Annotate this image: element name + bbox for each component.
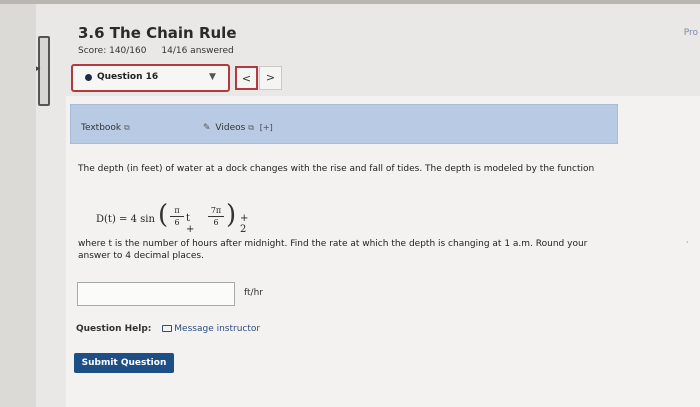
- external-link-icon: ⧉: [124, 123, 130, 132]
- formula-variable: t +: [186, 213, 195, 235]
- pencil-icon: ✎: [203, 123, 211, 133]
- prev-question-button[interactable]: <: [235, 66, 258, 90]
- frac1-denominator: 6: [174, 218, 180, 227]
- question-selector[interactable]: Question 16 ▼: [71, 64, 230, 92]
- question-selector-label: Question 16: [97, 72, 159, 82]
- problem-intro: The depth (in feet) of water at a dock c…: [78, 164, 595, 174]
- formula-left-paren: (: [158, 200, 169, 230]
- left-rail: [0, 4, 36, 407]
- message-instructor-label: Message instructor: [174, 324, 261, 334]
- frac2-denominator: 6: [213, 218, 219, 227]
- question-help-label: Question Help:: [76, 324, 152, 334]
- formula-fraction-2: 7π 6: [208, 206, 224, 227]
- videos-expand-badge[interactable]: [+]: [260, 123, 273, 132]
- videos-link[interactable]: ✎ Videos ⧉ [+]: [203, 123, 273, 133]
- formula-fraction-1: π 6: [170, 206, 184, 227]
- corner-link[interactable]: Pro: [684, 28, 698, 38]
- problem-instructions: where t is the number of hours after mid…: [78, 239, 588, 261]
- status-dot-icon: [85, 74, 92, 81]
- answer-input[interactable]: [77, 282, 235, 306]
- frac1-numerator: π: [170, 206, 184, 217]
- external-link-icon: ⧉: [248, 123, 254, 132]
- mail-icon: [162, 325, 173, 332]
- submit-question-button[interactable]: Submit Question: [74, 353, 174, 373]
- textbook-link[interactable]: Textbook ⧉: [81, 123, 130, 133]
- score-text: Score: 140/160: [78, 46, 147, 56]
- answered-count: 14/16 answered: [161, 46, 234, 56]
- question-help: Question Help: Message instructor: [76, 324, 260, 334]
- score-line: Score: 140/160 14/16 answered: [78, 46, 234, 56]
- frac2-numerator: 7π: [208, 206, 224, 217]
- page-title: 3.6 The Chain Rule: [78, 24, 237, 42]
- textbook-label: Textbook: [81, 123, 122, 133]
- scroll-marker: ·: [686, 238, 689, 247]
- formula-tail: + 2: [240, 213, 249, 235]
- formula-right-paren: ): [226, 200, 237, 230]
- resource-bar: Textbook ⧉ ✎ Videos ⧉ [+]: [70, 104, 618, 144]
- answer-unit: ft/hr: [244, 288, 263, 298]
- formula-lhs: D(t) = 4 sin: [96, 214, 155, 225]
- chevron-down-icon: ▼: [209, 72, 216, 82]
- next-question-button[interactable]: >: [259, 66, 282, 90]
- message-instructor-link[interactable]: Message instructor: [162, 324, 260, 334]
- videos-label: Videos: [215, 123, 246, 133]
- rail-arrow-icon[interactable]: ▸: [36, 64, 41, 74]
